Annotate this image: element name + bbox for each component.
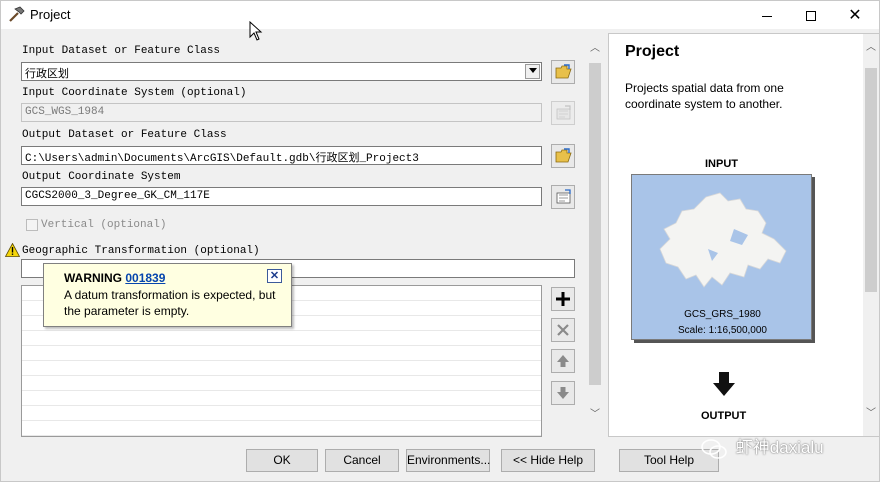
chevron-down-icon[interactable] <box>525 64 540 79</box>
spatial-reference-icon <box>556 189 571 204</box>
help-input-label: INPUT <box>705 158 738 170</box>
help-scrollbar[interactable]: ︿ ﹀ <box>863 34 879 436</box>
arrow-down-icon <box>557 387 569 399</box>
tooltip-message: A datum transformation is expected, but … <box>64 288 276 318</box>
input-dataset-value: 行政区划 <box>25 69 69 81</box>
vertical-label: Vertical (optional) <box>41 219 167 231</box>
help-description: Projects spatial data from one coordinat… <box>625 81 784 111</box>
scroll-up-icon[interactable]: ︿ <box>587 41 603 57</box>
map-caption-scale: Scale: 1:16,500,000 <box>678 325 767 336</box>
tooltip-title: WARNING <box>64 271 122 285</box>
input-dataset-label: Input Dataset or Feature Class <box>22 45 221 57</box>
hide-help-button[interactable]: << Hide Help <box>501 449 595 472</box>
close-button[interactable]: ✕ <box>833 1 877 29</box>
mouse-cursor-icon <box>249 21 263 41</box>
geo-transform-label: Geographic Transformation (optional) <box>22 245 260 257</box>
close-icon: ✕ <box>848 5 862 24</box>
move-down-button[interactable] <box>551 381 575 405</box>
maximize-button[interactable] <box>789 1 833 29</box>
tooltip-close-button[interactable]: ✕ <box>267 269 282 283</box>
output-arrow-icon <box>713 372 735 396</box>
close-icon: ✕ <box>269 270 280 282</box>
output-dataset-label: Output Dataset or Feature Class <box>22 129 227 141</box>
cancel-button[interactable]: Cancel <box>325 449 399 472</box>
map-caption-crs: GCS_GRS_1980 <box>684 309 761 320</box>
plus-icon <box>556 292 570 306</box>
window-title: Project <box>30 7 71 22</box>
input-coord-value: GCS_WGS_1984 <box>25 106 105 118</box>
scroll-down-icon[interactable]: ﹀ <box>587 407 603 423</box>
input-coord-properties-button <box>551 101 575 125</box>
wechat-logo-icon <box>701 438 727 459</box>
output-dataset-field[interactable]: C:\Users\admin\Documents\ArcGIS\Default.… <box>21 146 542 165</box>
minimize-icon <box>762 15 772 17</box>
output-coord-value: CGCS2000_3_Degree_GK_CM_117E <box>25 190 210 202</box>
input-dataset-combo[interactable]: 行政区划 <box>21 62 542 81</box>
output-coord-field[interactable]: CGCS2000_3_Degree_GK_CM_117E <box>21 187 542 206</box>
help-output-label: OUTPUT <box>701 410 747 422</box>
move-up-button[interactable] <box>551 349 575 373</box>
maximize-icon <box>806 11 816 22</box>
input-map-illustration: GCS_GRS_1980 Scale: 1:16,500,000 <box>631 174 812 340</box>
input-coord-field: GCS_WGS_1984 <box>21 103 542 122</box>
scrollbar-thumb[interactable] <box>865 68 877 292</box>
add-transformation-button[interactable] <box>551 287 575 311</box>
vertical-checkbox <box>26 219 38 231</box>
browse-output-dataset-button[interactable] <box>551 144 575 168</box>
warning-tooltip: WARNING 001839 ✕ A datum transformation … <box>43 263 292 327</box>
output-coord-properties-button[interactable] <box>551 185 575 209</box>
environments-button[interactable]: Environments... <box>406 449 490 472</box>
scroll-up-icon[interactable]: ︿ <box>863 40 879 56</box>
title-bar: Project ✕ <box>1 1 879 29</box>
spatial-reference-icon <box>556 105 571 120</box>
input-coord-label: Input Coordinate System (optional) <box>22 87 247 99</box>
watermark-text: 虾神daxialu <box>735 438 824 457</box>
output-coord-label: Output Coordinate System <box>22 171 181 183</box>
scrollbar-thumb[interactable] <box>589 63 601 385</box>
remove-transformation-button[interactable] <box>551 318 575 342</box>
open-folder-icon <box>555 64 572 79</box>
help-panel: Project Projects spatial data from one c… <box>608 33 879 437</box>
parameters-scrollbar[interactable]: ︿ ﹀ <box>587 39 603 429</box>
remove-icon <box>557 324 569 336</box>
ok-button[interactable]: OK <box>246 449 318 472</box>
newfoundland-map-icon <box>659 192 787 288</box>
tooltip-heading: WARNING 001839 <box>64 271 165 285</box>
help-title: Project <box>625 43 680 60</box>
project-tool-dialog: Project ✕ Input Dataset or Feature Class… <box>0 0 880 482</box>
warning-code-link[interactable]: 001839 <box>125 271 165 285</box>
warning-icon[interactable] <box>5 243 20 257</box>
hammer-icon <box>9 6 25 22</box>
browse-input-dataset-button[interactable] <box>551 60 575 84</box>
open-folder-icon <box>555 148 572 163</box>
minimize-button[interactable] <box>745 1 789 29</box>
watermark: 虾神daxialu <box>701 433 824 459</box>
arrow-up-icon <box>557 355 569 367</box>
output-dataset-value: C:\Users\admin\Documents\ArcGIS\Default.… <box>25 153 419 165</box>
scroll-down-icon[interactable]: ﹀ <box>863 406 879 422</box>
